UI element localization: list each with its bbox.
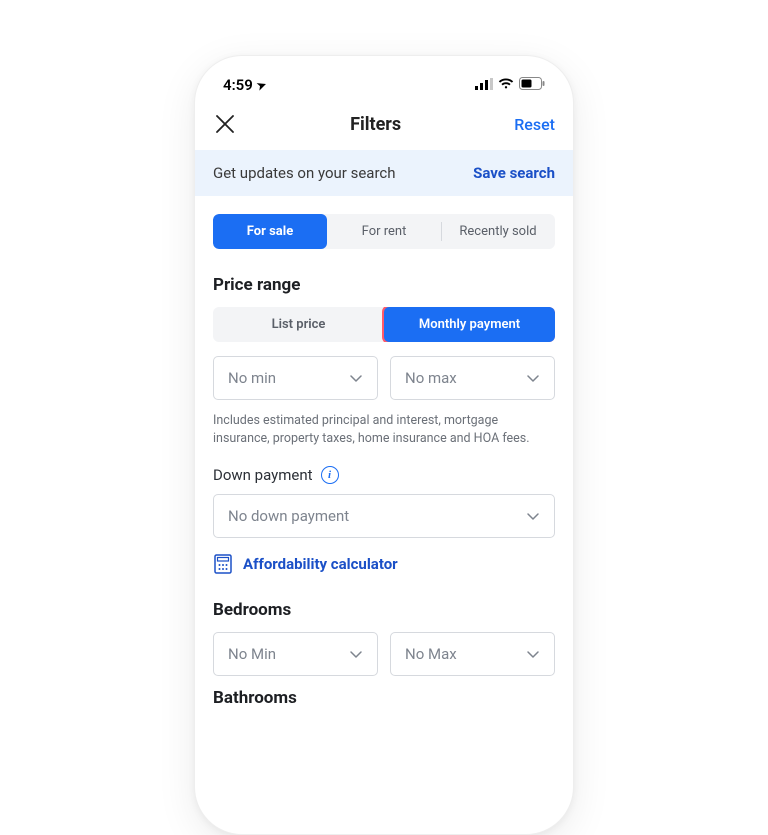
signal-icon: [475, 76, 493, 94]
price-min-select[interactable]: No min: [213, 356, 378, 400]
chevron-down-icon: [526, 371, 540, 385]
chevron-down-icon: [349, 647, 363, 661]
down-payment-value: No down payment: [228, 507, 349, 525]
price-max-value: No max: [405, 369, 457, 387]
affordability-link-label: Affordability calculator: [243, 555, 398, 573]
phone-frame: 4:59 ➤ Filters Reset Get updates on your…: [194, 55, 574, 835]
save-search-button[interactable]: Save search: [473, 164, 555, 182]
bedrooms-min-value: No Min: [228, 645, 276, 663]
page-title: Filters: [350, 114, 401, 135]
price-max-select[interactable]: No max: [390, 356, 555, 400]
price-min-value: No min: [228, 369, 276, 387]
battery-icon: [519, 76, 545, 94]
chevron-down-icon: [526, 509, 540, 523]
tab-recently-sold[interactable]: Recently sold: [441, 214, 555, 249]
price-mode-tabs: List price Monthly payment: [213, 307, 555, 342]
status-time: 4:59: [223, 76, 253, 94]
tab-for-sale[interactable]: For sale: [213, 214, 327, 249]
notch: [299, 56, 469, 86]
bedrooms-max-value: No Max: [405, 645, 457, 663]
listing-type-tabs: For sale For rent Recently sold: [213, 214, 555, 249]
price-range-title: Price range: [213, 275, 555, 295]
tab-monthly-payment[interactable]: Monthly payment: [384, 307, 555, 342]
bathrooms-title: Bathrooms: [213, 688, 555, 708]
reset-button[interactable]: Reset: [514, 115, 555, 134]
chevron-down-icon: [526, 647, 540, 661]
location-arrow-icon: ➤: [255, 77, 268, 92]
close-icon: [214, 113, 236, 135]
close-button[interactable]: [213, 112, 237, 136]
bedrooms-title: Bedrooms: [213, 600, 555, 620]
save-search-banner: Get updates on your search Save search: [195, 150, 573, 196]
down-payment-select[interactable]: No down payment: [213, 494, 555, 538]
tab-list-price[interactable]: List price: [213, 307, 384, 342]
bedrooms-max-select[interactable]: No Max: [390, 632, 555, 676]
chevron-down-icon: [349, 371, 363, 385]
price-fine-print: Includes estimated principal and interes…: [213, 412, 555, 448]
down-payment-label: Down payment: [213, 466, 313, 484]
down-payment-label-row: Down payment i: [213, 466, 555, 484]
bedrooms-min-select[interactable]: No Min: [213, 632, 378, 676]
calculator-icon: [213, 554, 233, 574]
banner-text: Get updates on your search: [213, 164, 396, 182]
tab-for-rent[interactable]: For rent: [327, 214, 441, 249]
wifi-icon: [498, 76, 514, 94]
info-icon[interactable]: i: [321, 466, 339, 484]
affordability-calculator-link[interactable]: Affordability calculator: [213, 554, 555, 574]
filters-header: Filters Reset: [195, 102, 573, 150]
